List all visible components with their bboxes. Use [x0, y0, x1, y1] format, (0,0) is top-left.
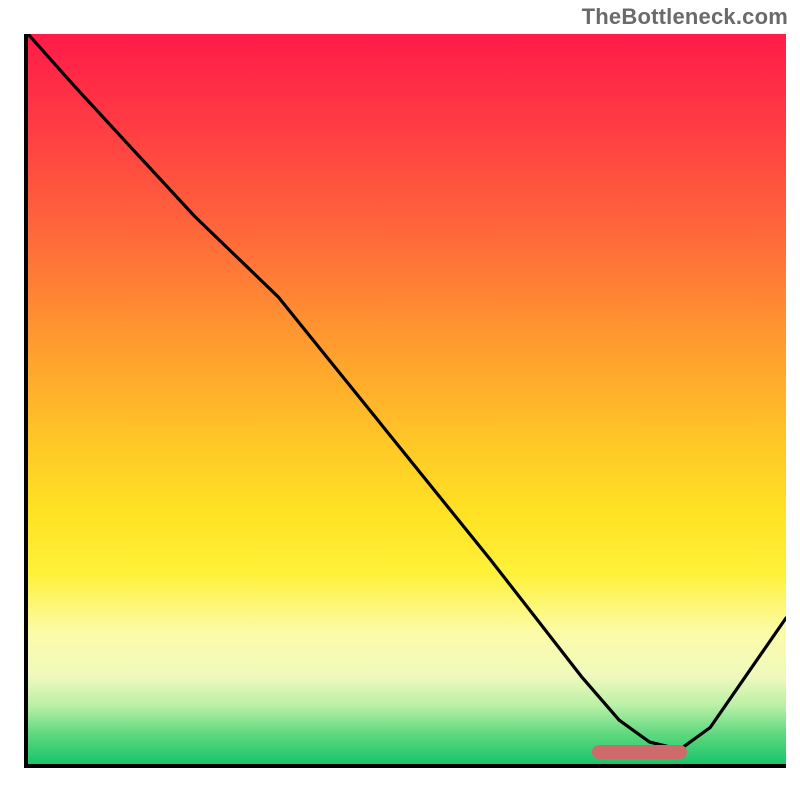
plot-area [28, 34, 786, 764]
line-curve [28, 34, 786, 764]
curve-polyline [28, 34, 786, 749]
y-axis [24, 34, 28, 768]
highlight-marker [592, 745, 688, 759]
chart-stage: TheBottleneck.com [0, 0, 800, 800]
x-axis [24, 764, 786, 768]
watermark-text: TheBottleneck.com [582, 4, 788, 30]
